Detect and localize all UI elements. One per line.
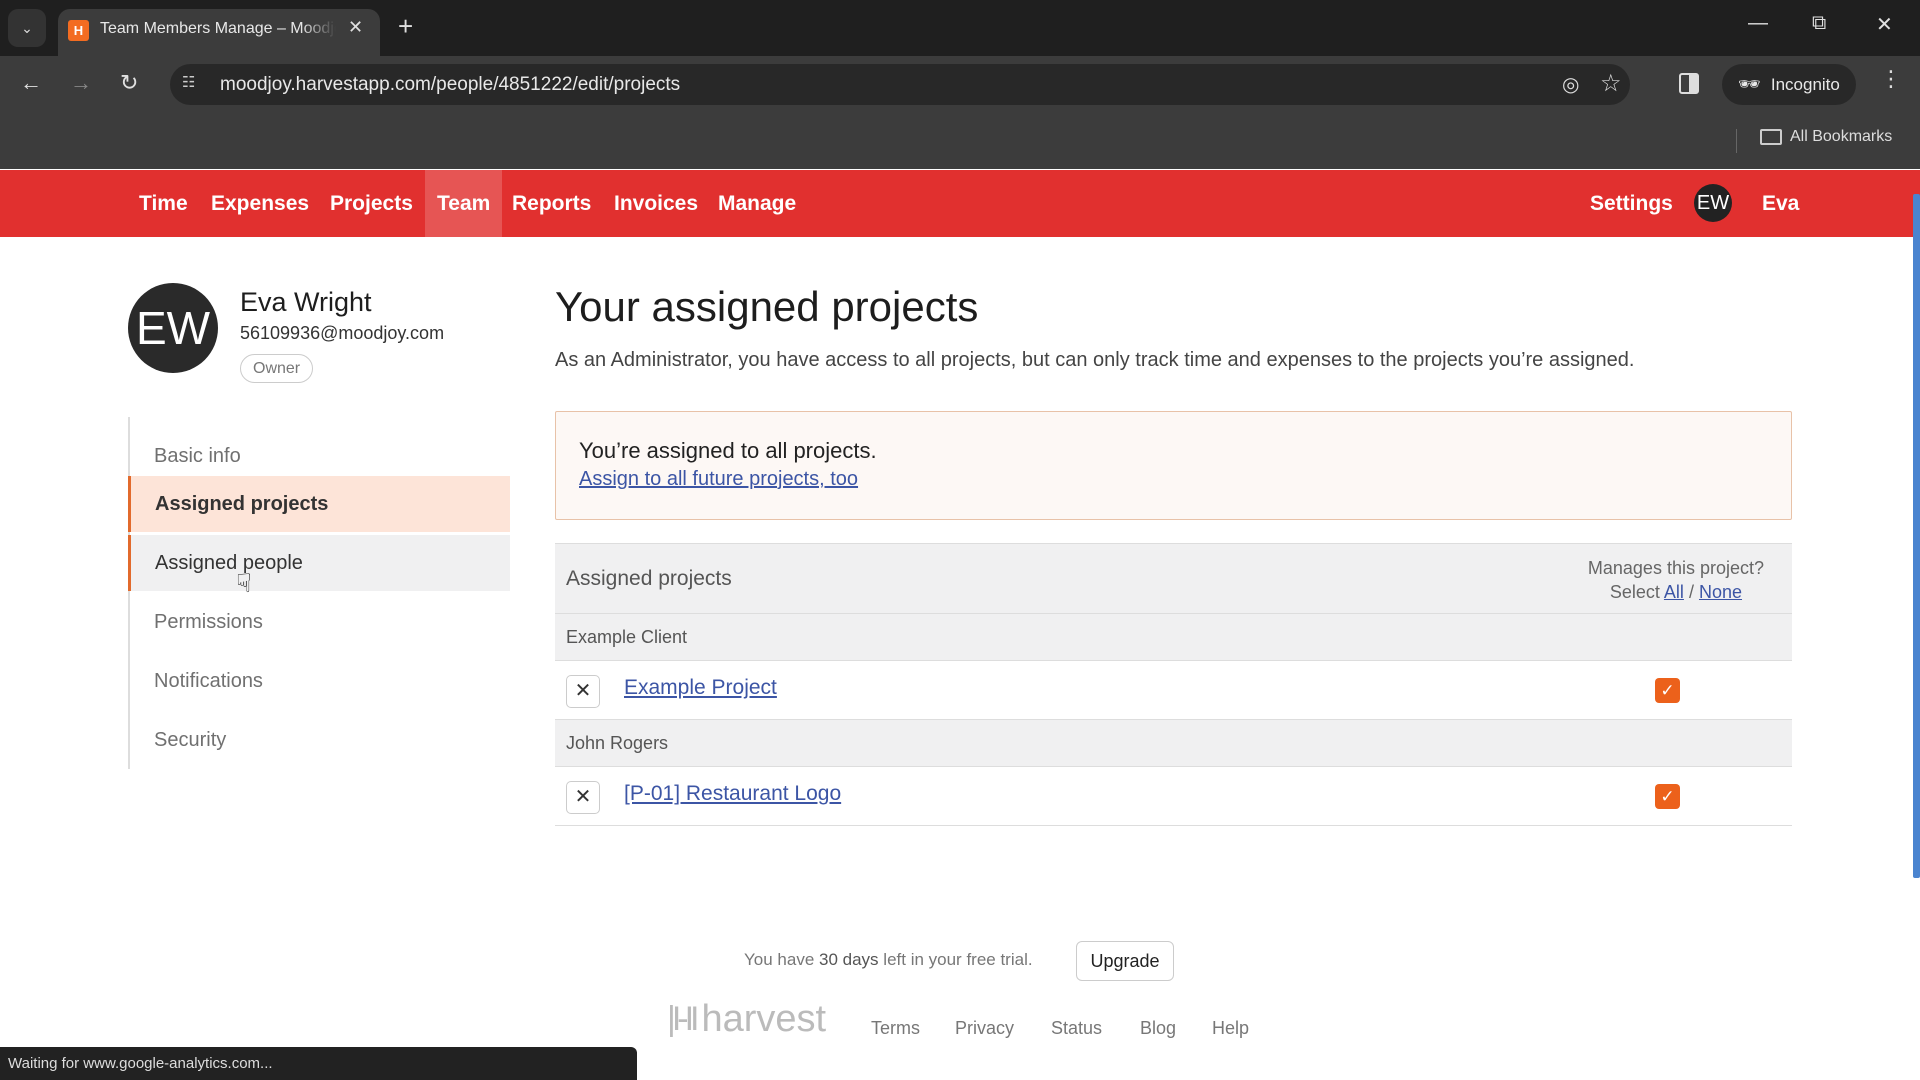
manages-header: Manages this project? Select All / None — [1588, 556, 1764, 604]
trial-days: 30 days — [819, 950, 879, 969]
remove-project-button[interactable]: ✕ — [566, 781, 600, 814]
assign-future-projects-link[interactable]: Assign to all future projects, too — [579, 468, 858, 491]
tab-search-button[interactable]: ⌄ — [8, 9, 46, 47]
eye-off-icon[interactable]: ◎ — [1562, 72, 1579, 97]
folder-icon — [1760, 129, 1782, 145]
manages-project-checkbox[interactable]: ✓ — [1655, 678, 1680, 703]
chevron-down-icon: ⌄ — [21, 19, 33, 36]
harvest-logo-text: harvest — [701, 998, 827, 1040]
reload-icon[interactable]: ↻ — [120, 70, 138, 96]
page-scrollbar[interactable] — [1913, 194, 1920, 878]
table-header: Assigned projects Manages this project? … — [555, 543, 1792, 614]
nav-invoices[interactable]: Invoices — [602, 170, 710, 237]
site-info-icon[interactable]: ☷ — [182, 73, 206, 97]
table-header-label: Assigned projects — [566, 567, 732, 590]
minimize-icon[interactable]: — — [1748, 12, 1768, 35]
nav-user-name[interactable]: Eva — [1750, 170, 1811, 237]
side-item-security[interactable]: Security — [130, 712, 512, 768]
role-badge: Owner — [240, 354, 314, 383]
divider — [1736, 129, 1737, 153]
notice-title: You’re assigned to all projects. — [579, 438, 877, 463]
hand-cursor-icon: ☟ — [236, 568, 252, 598]
select-label: Select — [1609, 582, 1660, 602]
checkmark-icon: ✓ — [1660, 787, 1675, 806]
nav-manage[interactable]: Manage — [706, 170, 808, 237]
close-icon: ✕ — [574, 786, 592, 808]
new-tab-button[interactable]: + — [398, 12, 413, 40]
forward-icon[interactable]: → — [70, 70, 92, 96]
footer-link-help[interactable]: Help — [1212, 1018, 1249, 1039]
harvest-logo-icon: |I-II — [667, 1000, 699, 1038]
address-bar[interactable]: ☷ moodjoy.harvestapp.com/people/4851222/… — [170, 64, 1630, 105]
select-none-link[interactable]: None — [1699, 582, 1742, 602]
tab-title: Team Members Manage – Moodjoy – Harvest — [100, 20, 336, 37]
url-text[interactable]: moodjoy.harvestapp.com/people/4851222/ed… — [220, 74, 680, 96]
close-tab-icon[interactable]: ✕ — [348, 17, 363, 38]
all-bookmarks-label: All Bookmarks — [1790, 128, 1893, 145]
assignment-notice: You’re assigned to all projects. Assign … — [555, 411, 1792, 520]
profile-name: Eva Wright — [240, 287, 372, 317]
page-title: Your assigned projects — [555, 283, 979, 330]
footer-link-terms[interactable]: Terms — [871, 1018, 920, 1039]
side-item-assigned-people[interactable]: Assigned people — [128, 535, 510, 591]
manages-project-checkbox[interactable]: ✓ — [1655, 784, 1680, 809]
harvest-logo[interactable]: |I-II harvest — [667, 998, 826, 1041]
footer-link-status[interactable]: Status — [1051, 1018, 1102, 1039]
upgrade-button[interactable]: Upgrade — [1076, 941, 1174, 981]
select-separator: / — [1688, 582, 1694, 602]
side-item-assigned-projects[interactable]: Assigned projects — [128, 476, 510, 532]
nav-settings[interactable]: Settings — [1578, 170, 1685, 237]
trial-notice: You have 30 days left in your free trial… — [744, 950, 1033, 970]
harvest-favicon-icon: H — [68, 20, 89, 41]
client-row: John Rogers — [555, 720, 1792, 767]
close-icon: ✕ — [574, 680, 592, 702]
trial-prefix: You have — [744, 950, 815, 969]
nav-projects[interactable]: Projects — [318, 170, 425, 237]
user-avatar[interactable]: EW — [1694, 184, 1732, 222]
incognito-icon: 🕶 — [1738, 74, 1761, 94]
window-close-icon[interactable]: ✕ — [1876, 12, 1893, 37]
page-description: As an Administrator, you have access to … — [555, 349, 1635, 371]
browser-tab[interactable]: H Team Members Manage – Moodjoy – Harves… — [58, 9, 380, 56]
profile-avatar: EW — [128, 283, 218, 373]
all-bookmarks-button[interactable]: All Bookmarks — [1760, 128, 1892, 146]
side-item-permissions[interactable]: Permissions — [130, 594, 512, 650]
project-link[interactable]: Example Project — [624, 676, 777, 700]
profile-side-menu: Basic info Assigned projects Assigned pe… — [128, 417, 510, 769]
side-panel-icon[interactable] — [1679, 73, 1699, 94]
restore-icon[interactable]: ⧉ — [1812, 12, 1826, 35]
incognito-badge[interactable]: 🕶 Incognito — [1722, 64, 1856, 105]
side-item-notifications[interactable]: Notifications — [130, 653, 512, 709]
browser-tab-strip: ⌄ H Team Members Manage – Moodjoy – Harv… — [0, 0, 1920, 56]
footer-link-blog[interactable]: Blog — [1140, 1018, 1176, 1039]
project-row: ✕ [P-01] Restaurant Logo ✓ — [555, 767, 1792, 826]
manages-label: Manages this project? — [1587, 558, 1764, 578]
nav-expenses[interactable]: Expenses — [199, 170, 321, 237]
bookmarks-bar: All Bookmarks — [0, 113, 1920, 169]
nav-time[interactable]: Time — [127, 170, 200, 237]
assigned-projects-table: Assigned projects Manages this project? … — [555, 543, 1792, 826]
app-navigation: Time Expenses Projects Team Reports Invo… — [0, 170, 1920, 237]
browser-menu-icon[interactable]: ⋮ — [1880, 66, 1902, 92]
client-row: Example Client — [555, 614, 1792, 661]
project-row: ✕ Example Project ✓ — [555, 661, 1792, 720]
project-link[interactable]: [P-01] Restaurant Logo — [624, 782, 841, 806]
checkmark-icon: ✓ — [1660, 681, 1675, 700]
remove-project-button[interactable]: ✕ — [566, 675, 600, 708]
nav-team[interactable]: Team — [425, 170, 503, 237]
incognito-label: Incognito — [1770, 74, 1840, 94]
footer-link-privacy[interactable]: Privacy — [955, 1018, 1014, 1039]
browser-toolbar: ← → ↻ ☷ moodjoy.harvestapp.com/people/48… — [0, 56, 1920, 113]
select-all-link[interactable]: All — [1664, 582, 1684, 602]
nav-reports[interactable]: Reports — [500, 170, 603, 237]
trial-suffix: left in your free trial. — [883, 950, 1033, 969]
bookmark-star-icon[interactable]: ☆ — [1600, 69, 1622, 98]
profile-email: 56109936@moodjoy.com — [240, 323, 445, 343]
back-icon[interactable]: ← — [20, 70, 42, 96]
browser-status-bubble: Waiting for www.google-analytics.com... — [0, 1047, 637, 1080]
